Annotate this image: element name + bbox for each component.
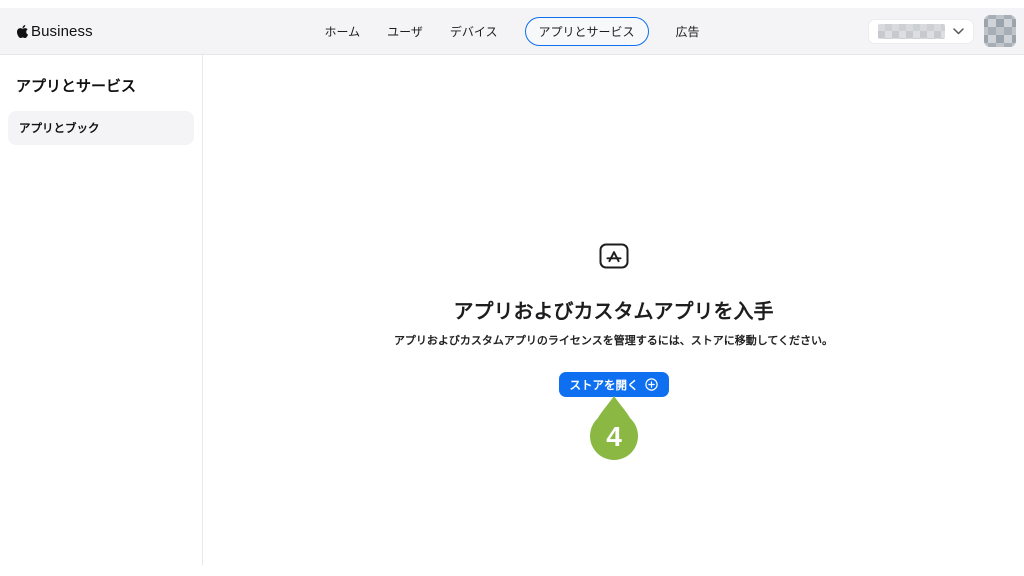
app-store-icon: [599, 243, 629, 274]
nav-tab-users[interactable]: ユーザ: [387, 17, 423, 46]
apple-business-manager-app: Business ホーム ユーザ デバイス アプリとサービス 広告 アプリとサー…: [0, 8, 1024, 565]
annotation-marker-number: 4: [606, 421, 622, 452]
nav-tab-home[interactable]: ホーム: [324, 17, 360, 46]
content-row: アプリとサービス アプリとブック アプリおよびカスタムアプリを入手 アプリおよび…: [0, 55, 1024, 565]
empty-state-description: アプリおよびカスタムアプリのライセンスを管理するには、ストアに移動してください。: [394, 332, 833, 348]
sidebar-item-apps-and-books[interactable]: アプリとブック: [8, 111, 194, 145]
circle-plus-icon: [645, 378, 658, 391]
open-store-button[interactable]: ストアを開く: [559, 372, 669, 397]
top-header: Business ホーム ユーザ デバイス アプリとサービス 広告: [0, 8, 1024, 55]
nav-tab-ads[interactable]: 広告: [676, 17, 700, 46]
redacted-account-name: [878, 24, 945, 39]
nav-tab-apps-and-services[interactable]: アプリとサービス: [525, 17, 649, 46]
account-menu-button[interactable]: [868, 19, 974, 44]
chevron-down-icon: [953, 28, 964, 35]
avatar[interactable]: [984, 15, 1016, 47]
sidebar-title: アプリとサービス: [16, 75, 186, 96]
empty-state-heading: アプリおよびカスタムアプリを入手: [454, 295, 774, 324]
account-area: [868, 8, 1016, 54]
annotation-marker-4: 4: [586, 395, 642, 463]
main-panel: アプリおよびカスタムアプリを入手 アプリおよびカスタムアプリのライセンスを管理す…: [203, 55, 1024, 565]
sidebar: アプリとサービス アプリとブック: [0, 55, 203, 565]
nav-tab-devices[interactable]: デバイス: [450, 17, 498, 46]
open-store-button-label: ストアを開く: [570, 377, 639, 393]
